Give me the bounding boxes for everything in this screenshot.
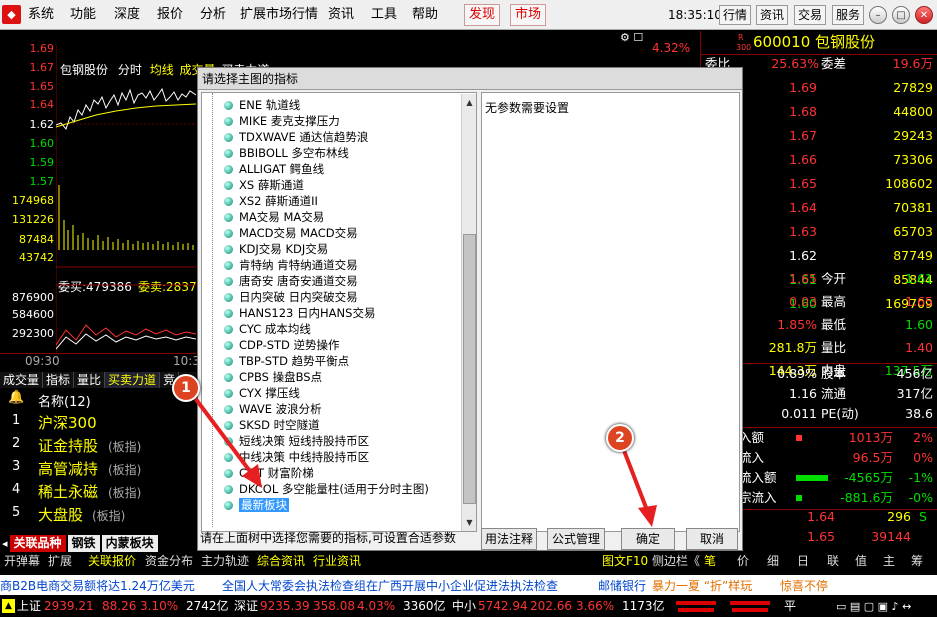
ping-label: 平 bbox=[784, 599, 797, 613]
sz-value: 9235.39 bbox=[260, 599, 310, 613]
arrow-1 bbox=[193, 396, 254, 476]
sh-amount: 2742亿 bbox=[186, 599, 229, 613]
status-related-quote[interactable]: 关联报价 bbox=[88, 552, 136, 570]
step-badge-2: 2 bbox=[606, 424, 634, 452]
status-detail[interactable]: 细 bbox=[767, 552, 779, 570]
sz-change: 358.08 bbox=[313, 599, 355, 613]
ticker-item[interactable]: 商B2B电商交易额将达1.24万亿美元 bbox=[0, 577, 195, 594]
status-value[interactable]: 值 bbox=[855, 552, 867, 570]
arrow-2 bbox=[621, 447, 649, 511]
arrow-2-head bbox=[638, 505, 657, 527]
status-extend[interactable]: 扩展 bbox=[48, 552, 72, 570]
sh-change: 88.26 bbox=[102, 599, 137, 613]
ticker-item[interactable]: 邮储银行 bbox=[598, 577, 646, 594]
toolbar-icons[interactable]: ▭ ▤ ▢ ▣ ♪ ↔ bbox=[836, 596, 911, 617]
status-danmaku[interactable]: 开弹幕 bbox=[4, 552, 40, 570]
app-window: ◆ 系统 功能 深度 报价 分析 扩展市场行情 资讯 工具 帮助 发现 市场 1… bbox=[0, 0, 937, 617]
step-badge-1: 1 bbox=[172, 374, 200, 402]
sh-label[interactable]: 上证 bbox=[17, 596, 41, 617]
zx-amount: 1173亿 bbox=[622, 599, 665, 613]
ticker-item[interactable]: 全国人大常委会执法检查组在广西开展中小企业促进法执法检查 bbox=[222, 577, 558, 594]
status-main-track[interactable]: 主力轨迹 bbox=[201, 552, 249, 570]
zx-value: 5742.94 bbox=[478, 599, 528, 613]
status-sidebar[interactable]: 侧边栏《 bbox=[652, 552, 700, 570]
status-tick[interactable]: 笔 bbox=[704, 552, 716, 570]
zx-pct: 3.66% bbox=[576, 599, 615, 613]
sz-pct: 4.03% bbox=[357, 599, 396, 613]
zx-label[interactable]: 中小 bbox=[452, 596, 476, 617]
market-breadth-bars bbox=[676, 601, 770, 612]
annotation-arrows bbox=[193, 396, 657, 527]
sh-value: 2939.21 bbox=[44, 599, 94, 613]
status-link[interactable]: 联 bbox=[827, 552, 839, 570]
ticker-ad[interactable]: 惊喜不停 bbox=[780, 577, 828, 594]
sz-label[interactable]: 深证 bbox=[234, 596, 258, 617]
status-f10[interactable]: 图文F10 bbox=[602, 552, 648, 570]
status-industry-news[interactable]: 行业资讯 bbox=[313, 552, 361, 570]
status-price[interactable]: 价 bbox=[737, 552, 749, 570]
status-fund-dist[interactable]: 资金分布 bbox=[145, 552, 193, 570]
news-ticker: 商B2B电商交易额将达1.24万亿美元 全国人大常委会执法检查组在广西开展中小企… bbox=[0, 575, 937, 595]
status-news[interactable]: 综合资讯 bbox=[257, 552, 305, 570]
sz-amount: 3360亿 bbox=[403, 599, 446, 613]
ticker-ad[interactable]: 暴力一夏 “折”样玩 bbox=[652, 577, 752, 594]
zx-change: 202.66 bbox=[530, 599, 572, 613]
sh-pct: 3.10% bbox=[140, 599, 179, 613]
status-chips[interactable]: 筹 bbox=[911, 552, 923, 570]
status-day[interactable]: 日 bbox=[797, 552, 809, 570]
index-flag-icon: ▲ bbox=[2, 599, 15, 613]
status-main[interactable]: 主 bbox=[883, 552, 895, 570]
